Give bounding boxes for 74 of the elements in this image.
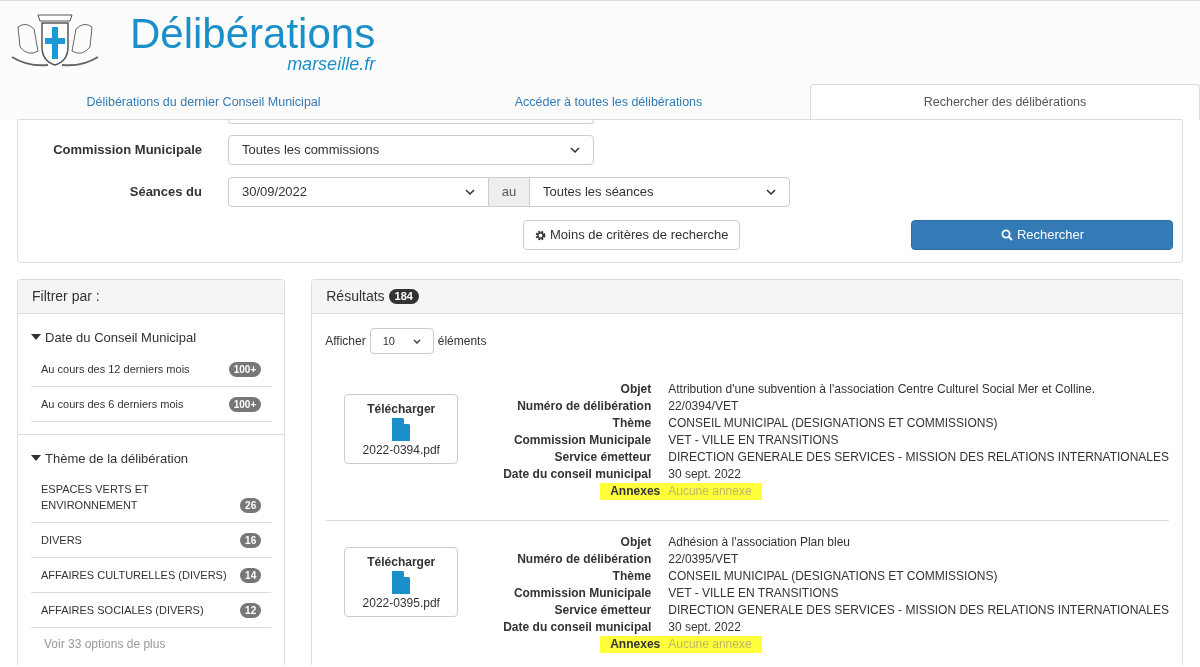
field-value: Aucune annexe	[668, 483, 762, 500]
site-subtitle[interactable]: marseille.fr	[287, 55, 376, 73]
field-label: Date du conseil municipal	[502, 466, 652, 483]
download-card[interactable]: Télécharger 2022-0394.pdf	[344, 394, 459, 464]
count-badge: 26	[240, 498, 262, 513]
input-addon: au	[489, 177, 529, 207]
filter-group-header[interactable]: Thème de la délibération	[31, 448, 272, 468]
file-icon	[392, 417, 411, 441]
less-criteria-button[interactable]: Moins de critères de recherche	[523, 220, 741, 250]
date-to-select[interactable]: Toutes les séances	[529, 177, 790, 207]
field-value: CONSEIL MUNICIPAL (DESIGNATIONS ET COMMISSIONS)	[668, 568, 999, 585]
field-value: 30 sept. 2022	[668, 466, 742, 483]
file-icon	[392, 570, 411, 594]
field-label: Service émetteur	[553, 602, 652, 619]
tab[interactable]: Rechercher des délibérations	[810, 84, 1200, 120]
count-badge: 12	[240, 603, 262, 618]
field-label: Date du conseil municipal	[502, 619, 652, 636]
chevron-down-icon	[465, 189, 475, 195]
field-value: CONSEIL MUNICIPAL (DESIGNATIONS ET COMMISSIONS)	[668, 415, 999, 432]
search-icon	[1000, 229, 1013, 241]
field-value: DIRECTION GENERALE DES SERVICES - MISSION DES RELATIONS INTERNATIONALES	[668, 602, 1169, 619]
field-label: Commission Municipale	[52, 141, 202, 160]
filter-option[interactable]: Au cours des 12 derniers mois	[41, 360, 190, 377]
field-label: Objet	[619, 534, 652, 551]
select-field[interactable]	[228, 119, 594, 124]
chevron-down-icon	[412, 338, 421, 344]
field-value: DIRECTION GENERALE DES SERVICES - MISSION DES RELATIONS INTERNATIONALES	[668, 449, 1169, 466]
field-value: Adhésion à l'association Plan bleu	[668, 534, 851, 551]
tab[interactable]: Délibérations du dernier Conseil Municipal	[0, 84, 407, 120]
field-label: Annexes	[600, 483, 669, 500]
caret-down-icon	[31, 454, 41, 462]
field-label: Annexes	[600, 636, 669, 653]
panel-title: Filtrer par :	[32, 287, 100, 306]
field-value: 30 sept. 2022	[668, 619, 742, 636]
caret-down-icon	[31, 334, 41, 342]
show-label: Afficher	[325, 333, 366, 350]
tab[interactable]: Accéder à toutes les délibérations	[407, 84, 810, 120]
field-value: 22/0394/VET	[668, 398, 740, 415]
filter-option[interactable]: DIVERS	[41, 532, 82, 548]
commission-select[interactable]: Toutes les commissions	[228, 135, 594, 165]
count-badge: 100+	[228, 361, 262, 377]
filter-option[interactable]: Au cours des 6 derniers mois	[41, 395, 184, 412]
site-title: Délibérations	[130, 11, 376, 57]
filter-group-header[interactable]: Date du Conseil Municipal	[31, 328, 272, 348]
field-label: Commission Municipale	[512, 585, 652, 602]
filter-option[interactable]: AFFAIRES SOCIALES (DIVERS)	[41, 602, 204, 618]
chevron-down-icon	[570, 147, 580, 153]
panel-title: Résultats	[326, 287, 385, 306]
download-card[interactable]: Télécharger 2022-0395.pdf	[344, 547, 459, 617]
count-badge: 14	[240, 568, 262, 583]
field-label: Commission Municipale	[512, 432, 652, 449]
field-value: VET - VILLE EN TRANSITIONS	[668, 585, 840, 602]
field-value: 22/0395/VET	[668, 551, 740, 568]
field-label: Thème	[611, 568, 652, 585]
field-label: Séances du	[128, 183, 202, 202]
filter-option[interactable]: ESPACES VERTS ET ENVIRONNEMENT	[41, 481, 238, 513]
settings-icon	[535, 229, 546, 241]
date-from-select[interactable]: 30/09/2022	[228, 177, 489, 207]
count-badge: 16	[240, 533, 262, 548]
chevron-down-icon	[766, 189, 776, 195]
field-value: Aucune annexe	[668, 636, 762, 653]
filter-option[interactable]: AFFAIRES CULTURELLES (DIVERS)	[41, 567, 227, 583]
field-value: VET - VILLE EN TRANSITIONS	[668, 432, 840, 449]
field-label: Objet	[619, 381, 652, 398]
count-badge: 184	[388, 289, 419, 304]
show-suffix: éléments	[437, 333, 487, 350]
page-size-select[interactable]: 10	[369, 328, 434, 354]
search-button[interactable]: Rechercher	[911, 220, 1174, 250]
field-label: Numéro de délibération	[516, 551, 652, 568]
field-value: Attribution d'une subvention à l'association Centre Culturel Social Mer et Colline.	[668, 381, 1097, 398]
field-label: Thème	[611, 415, 652, 432]
field-label: Service émetteur	[553, 449, 652, 466]
count-badge: 100+	[228, 396, 262, 412]
field-label: Numéro de délibération	[516, 398, 652, 415]
